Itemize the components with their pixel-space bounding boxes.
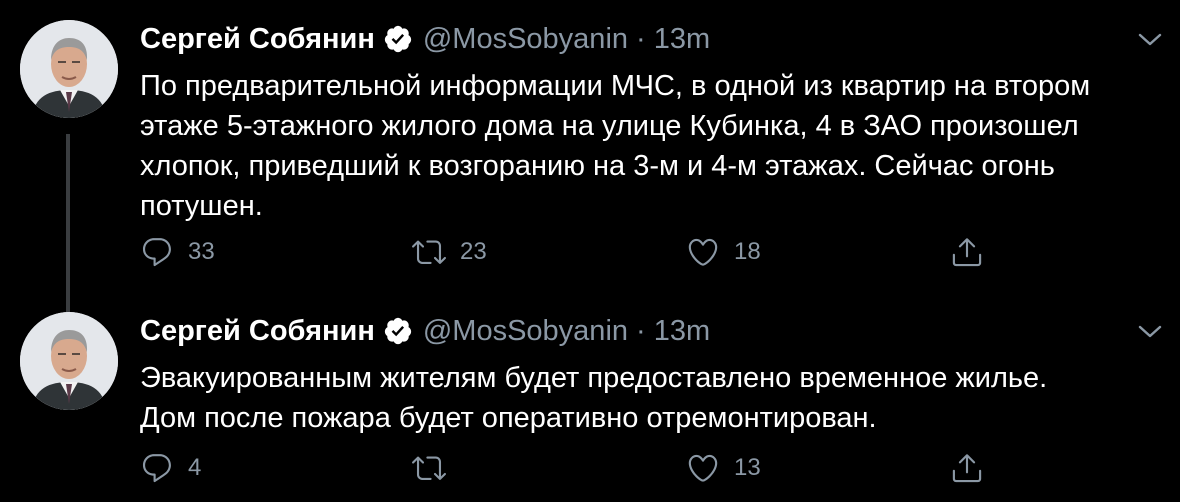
like-count: 13 [734,454,761,481]
separator-dot: · [636,22,646,55]
retweet-icon [412,240,446,264]
timestamp[interactable]: 13m [654,315,710,348]
author-handle[interactable]: @MosSobyanin [423,23,628,56]
reply-icon [142,238,171,267]
share-icon [952,454,982,483]
retweet-button[interactable]: 23 [412,232,487,272]
reply-button[interactable]: 33 [140,232,215,272]
avatar-image [20,20,118,118]
like-count: 18 [734,238,761,265]
tweet[interactable]: Сергей Собянин @MosSobyanin · 13m По пре… [0,14,1180,312]
avatar-image [20,312,118,410]
tweet-actions: 4 13 [140,448,1000,488]
separator-dot: · [636,314,646,347]
tweet-thread: Сергей Собянин @MosSobyanin · 13m По пре… [0,0,1180,502]
author-handle[interactable]: @MosSobyanin [423,315,628,348]
tweet-text: По предварительной информации МЧС, в одн… [140,70,1091,222]
author-name[interactable]: Сергей Собянин [140,315,375,348]
verified-badge-icon [383,316,413,346]
tweet[interactable]: Сергей Собянин @MosSobyanin · 13m Эвакуи… [0,306,1180,502]
chevron-down-icon[interactable] [1136,30,1164,50]
reply-count: 33 [188,238,215,265]
tweet-actions: 33 23 18 [140,232,1000,272]
share-button[interactable] [950,448,984,488]
retweet-button[interactable] [412,448,460,488]
author-name[interactable]: Сергей Собянин [140,23,375,56]
reply-count: 4 [188,454,202,481]
avatar[interactable] [20,20,118,118]
like-button[interactable]: 13 [686,448,761,488]
avatar[interactable] [20,312,118,410]
like-button[interactable]: 18 [686,232,761,272]
chevron-down-icon[interactable] [1136,322,1164,342]
verified-badge-icon [383,24,413,54]
tweet-header: Сергей Собянин @MosSobyanin · 13m [140,14,1160,64]
reply-button[interactable]: 4 [140,448,201,488]
share-button[interactable] [950,232,984,272]
timestamp[interactable]: 13m [654,23,710,56]
heart-icon [688,454,718,482]
thread-connector-line [66,134,70,312]
share-icon [952,238,982,267]
reply-icon [142,454,171,483]
heart-icon [688,238,718,266]
retweet-count: 23 [460,238,487,265]
retweet-icon [412,456,446,480]
tweet-text: Эвакуированным жителям будет предоставле… [140,362,1048,434]
tweet-header: Сергей Собянин @MosSobyanin · 13m [140,306,1160,356]
